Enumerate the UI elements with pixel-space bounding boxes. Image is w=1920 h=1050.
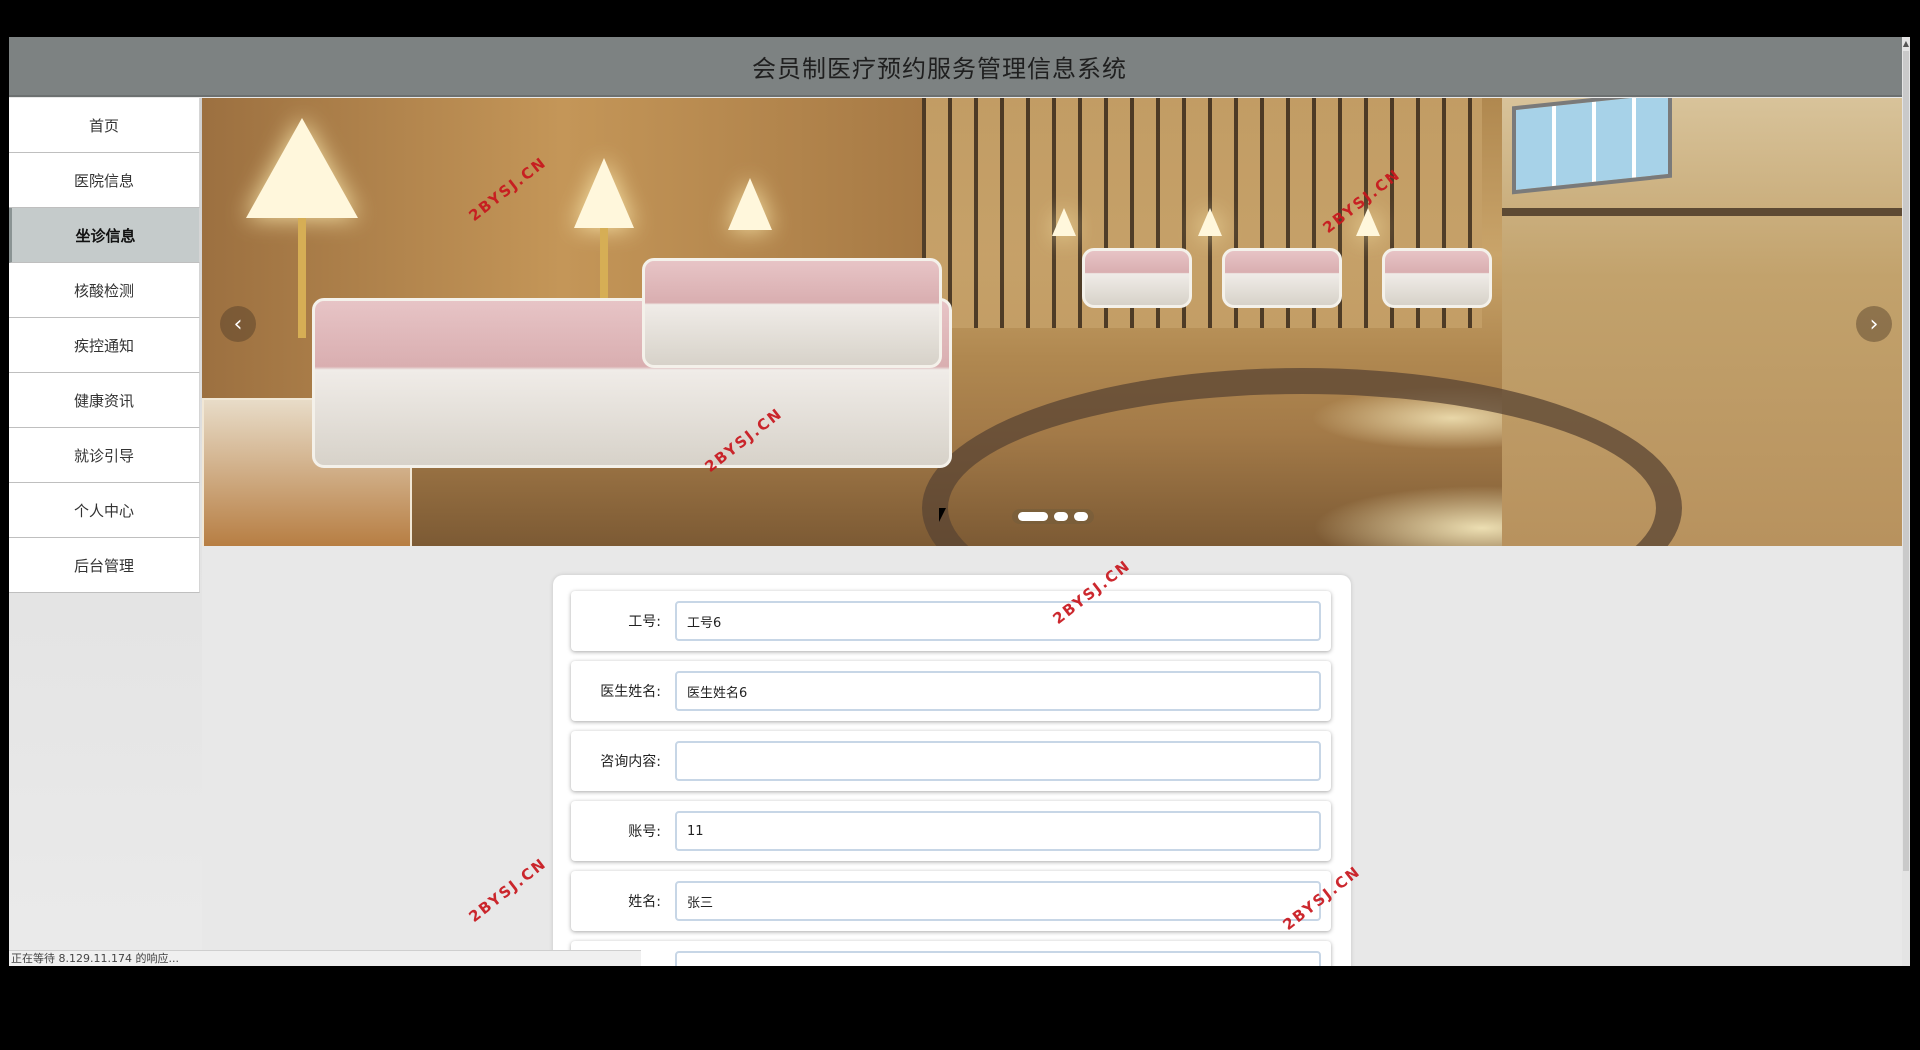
consultation-form: 工号: 医生姓名: 咨询内容: 账号: 姓名: bbox=[553, 575, 1351, 966]
bed-illustration bbox=[642, 258, 942, 368]
bed-illustration bbox=[1222, 248, 1342, 308]
carousel-prev-button[interactable]: ‹ bbox=[220, 306, 256, 342]
chevron-left-icon: ‹ bbox=[233, 311, 243, 337]
mouse-cursor-icon bbox=[939, 508, 946, 522]
sidebar-item-visit-guide[interactable]: 就诊引导 bbox=[9, 428, 200, 483]
account-field[interactable] bbox=[675, 811, 1321, 851]
browser-status-bar: 正在等待 8.129.11.174 的响应... bbox=[9, 950, 641, 966]
sidebar-item-disease-control-notice[interactable]: 疾控通知 bbox=[9, 318, 200, 373]
name-field[interactable] bbox=[675, 881, 1321, 921]
account-label: 账号: bbox=[628, 824, 661, 840]
form-row-doctor-name: 医生姓名: bbox=[571, 661, 1331, 721]
lamp-illustration bbox=[1356, 208, 1380, 236]
scrollbar-thumb[interactable] bbox=[1903, 51, 1909, 871]
lamp-illustration bbox=[246, 118, 358, 218]
form-row-next bbox=[571, 941, 1331, 966]
consult-content-label: 咨询内容: bbox=[600, 754, 661, 770]
carousel-dot-1[interactable] bbox=[1018, 512, 1048, 521]
form-row-consult-content: 咨询内容: bbox=[571, 731, 1331, 791]
carousel-dot-3[interactable] bbox=[1074, 512, 1088, 521]
form-row-name: 姓名: bbox=[571, 871, 1331, 931]
banner-carousel: ‹ › bbox=[202, 98, 1902, 546]
sidebar-item-personal-center[interactable]: 个人中心 bbox=[9, 483, 200, 538]
lamp-illustration bbox=[574, 158, 634, 228]
doctor-name-label: 医生姓名: bbox=[600, 684, 661, 700]
sidebar-item-nucleic-acid-test[interactable]: 核酸检测 bbox=[9, 263, 200, 318]
carousel-dot-2[interactable] bbox=[1054, 512, 1068, 521]
name-label: 姓名: bbox=[628, 894, 661, 910]
lamp-pole-illustration bbox=[298, 218, 306, 338]
next-field[interactable] bbox=[675, 951, 1321, 966]
staff-id-field[interactable] bbox=[675, 601, 1321, 641]
watermark-text: 2BYSJ.CN bbox=[465, 854, 551, 926]
doctor-name-field[interactable] bbox=[675, 671, 1321, 711]
bed-illustration bbox=[1382, 248, 1492, 308]
lamp-illustration bbox=[728, 178, 772, 230]
sidebar-item-home[interactable]: 首页 bbox=[9, 98, 200, 153]
vertical-scrollbar[interactable]: ▲ bbox=[1902, 37, 1910, 966]
carousel-indicators bbox=[1012, 509, 1094, 524]
form-row-staff-id: 工号: bbox=[571, 591, 1331, 651]
bed-illustration bbox=[1082, 248, 1192, 308]
lamp-pole-illustration bbox=[600, 228, 608, 308]
sidebar-item-consultation-info[interactable]: 坐诊信息 bbox=[9, 208, 200, 263]
sidebar-item-health-news[interactable]: 健康资讯 bbox=[9, 373, 200, 428]
sidebar-nav: 首页 医院信息 坐诊信息 核酸检测 疾控通知 健康资讯 就诊引导 个人中心 后台… bbox=[9, 98, 202, 966]
staff-id-label: 工号: bbox=[628, 614, 661, 630]
consult-content-field[interactable] bbox=[675, 741, 1321, 781]
page-title: 会员制医疗预约服务管理信息系统 bbox=[752, 54, 1127, 83]
sidebar-item-hospital-info[interactable]: 医院信息 bbox=[9, 153, 200, 208]
lamp-illustration bbox=[1052, 208, 1076, 236]
lamp-illustration bbox=[1198, 208, 1222, 236]
scroll-up-icon[interactable]: ▲ bbox=[1902, 39, 1910, 51]
form-row-account: 账号: bbox=[571, 801, 1331, 861]
banner-image-screen bbox=[1512, 98, 1672, 195]
sidebar-item-admin[interactable]: 后台管理 bbox=[9, 538, 200, 593]
browser-viewport: 会员制医疗预约服务管理信息系统 首页 医院信息 坐诊信息 核酸检测 疾控通知 健… bbox=[9, 37, 1910, 966]
chevron-right-icon: › bbox=[1869, 311, 1879, 337]
carousel-next-button[interactable]: › bbox=[1856, 306, 1892, 342]
site-header: 会员制医疗预约服务管理信息系统 bbox=[9, 37, 1910, 97]
banner-image-rail bbox=[1502, 208, 1902, 216]
